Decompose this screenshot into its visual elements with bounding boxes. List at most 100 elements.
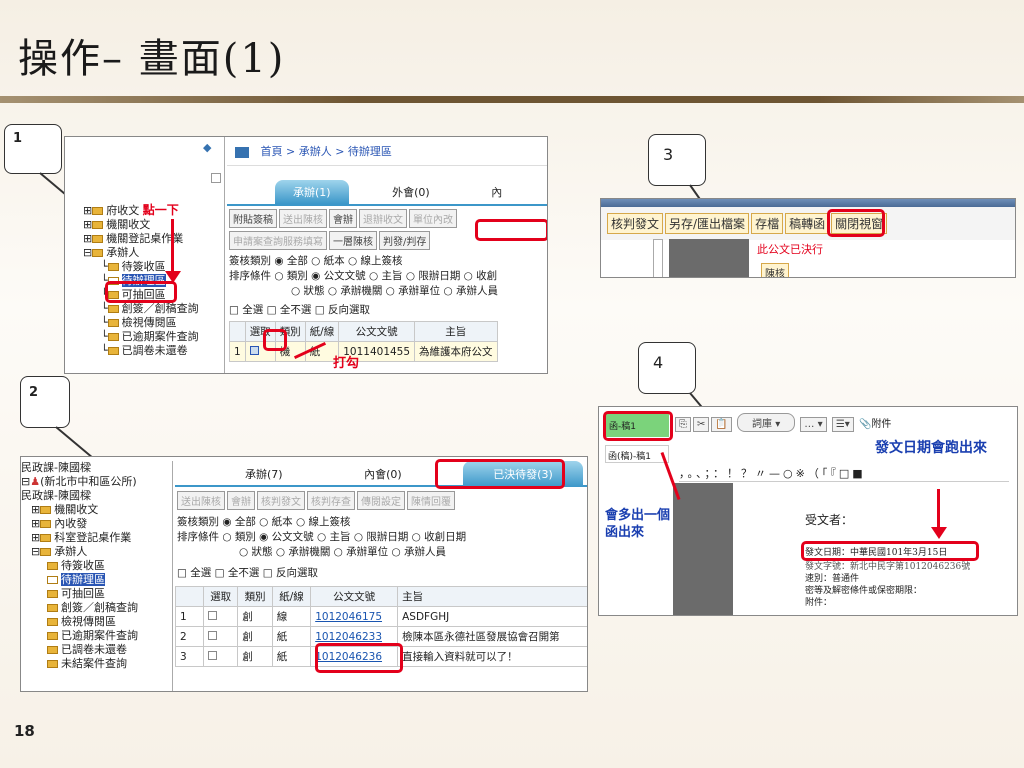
- approve-button[interactable]: 判發/判存: [379, 231, 431, 250]
- callout-4: 4: [638, 342, 696, 394]
- circulate-button[interactable]: 傳閱設定: [357, 491, 405, 510]
- filter-sort[interactable]: 排序條件 ○ 類別 ◉ 公文文號 ○ 主旨 ○ 限辦日期 ○ 收創: [227, 268, 547, 283]
- tree-item[interactable]: 未結案件查詢: [47, 657, 172, 671]
- highlight-decided-tab: [435, 459, 565, 489]
- col-doc-no: 公文文號: [338, 321, 416, 342]
- row-checkbox[interactable]: [208, 630, 217, 640]
- tree-item[interactable]: 檢視傳閱區: [47, 615, 172, 629]
- callout-1: 1: [4, 124, 62, 174]
- attach-draft-button[interactable]: 附貼簽稿: [229, 209, 277, 228]
- callout-3: 3: [648, 134, 706, 186]
- filter-sign-type[interactable]: 簽核類別 ◉ 全部 ○ 紙本 ○ 線上簽核: [227, 253, 547, 268]
- highlight-pending: [105, 281, 177, 303]
- org-name: ⊟♟(新北市中和區公所): [21, 475, 137, 488]
- row-checkbox[interactable]: [249, 345, 259, 355]
- return-button[interactable]: 退辦收文: [359, 209, 407, 228]
- send-review-button[interactable]: 送出陳核: [177, 491, 225, 510]
- tree-item[interactable]: └ 檢視傳閱區: [83, 316, 199, 330]
- tree-item[interactable]: 已逾期案件查詢: [47, 629, 172, 643]
- tree-item[interactable]: └ 創簽／創稿查詢: [83, 302, 199, 316]
- dark-area: [669, 239, 749, 277]
- copy-icon[interactable]: ⎘: [675, 417, 691, 432]
- save-button[interactable]: 存檔: [751, 213, 784, 234]
- save-export-button[interactable]: 另存/匯出檔案: [665, 213, 750, 234]
- glossary-select[interactable]: 詞庫 ▾: [737, 413, 796, 432]
- doc-tab-2[interactable]: 函(稿)-稿1: [605, 445, 669, 463]
- tree-item[interactable]: ⊞ 科室登記桌作業: [31, 531, 172, 545]
- col-subject: 主旨: [397, 586, 587, 607]
- scroll-up-icon[interactable]: [211, 173, 221, 183]
- tree-item[interactable]: ⊟ 承辦人: [83, 246, 199, 260]
- table-row[interactable]: 1 創線 1012046175 ASDFGHJ: [175, 606, 587, 627]
- attach-icon[interactable]: 📎: [859, 419, 871, 430]
- filter-sort[interactable]: 排序條件 ○ 類別 ◉ 公文文號 ○ 主旨 ○ 限辦日期 ○ 收創日期: [175, 529, 587, 544]
- unit-change-button[interactable]: 單位內改: [409, 209, 457, 228]
- tree-item[interactable]: ⊞ 機關登記桌作業: [83, 232, 199, 246]
- paste-icon[interactable]: 📋: [711, 417, 732, 432]
- editor-dark-area: [673, 483, 733, 615]
- arrow-tab-icon: [660, 451, 681, 501]
- tree-item[interactable]: └ 待簽收區: [83, 260, 199, 274]
- cosign-button[interactable]: 會辦: [227, 491, 255, 510]
- slide-title: 操作– 畫面(1): [18, 36, 286, 82]
- filter-sort-2[interactable]: ○ 狀態 ○ 承辦機關 ○ 承辦單位 ○ 承辦人員: [175, 544, 587, 559]
- send-review-button[interactable]: 送出陳核: [279, 209, 327, 228]
- col-medium: 紙/線: [271, 586, 312, 607]
- tree-item[interactable]: ⊟ 承辦人: [31, 545, 172, 559]
- collapse-icon[interactable]: ◆: [203, 141, 211, 155]
- review-button[interactable]: 陳核: [761, 263, 789, 277]
- tree-item[interactable]: 待簽收區: [47, 559, 172, 573]
- filter-sign-type[interactable]: 簽核類別 ◉ 全部 ○ 紙本 ○ 線上簽核: [175, 514, 587, 529]
- highlight-checkbox: [263, 329, 287, 351]
- screen-1-tree: ◆ ⊞ 府收文 點一下 ⊞ 機關收文 ⊞ 機關登記桌作業 ⊟ 承辦人 └ 待簽收區 └ 待辦…: [65, 137, 225, 373]
- approve-send-button[interactable]: 核判發文: [257, 491, 305, 510]
- filter-sort-2[interactable]: ○ 狀態 ○ 承辦機關 ○ 承辦單位 ○ 承辦人員: [227, 283, 547, 298]
- approve-send-button[interactable]: 核判發文: [607, 213, 664, 234]
- screen-2-tree: 民政課-陳國樑 ⊟♟(新北市中和區公所) 民政課-陳國樑 ⊞ 機關收文 ⊞ 內收發 …: [21, 461, 173, 691]
- tree-item-selected[interactable]: 待辦理區: [47, 573, 172, 587]
- tab-handling[interactable]: 承辦(7): [195, 462, 301, 486]
- petition-reply-button[interactable]: 陳情回覆: [407, 491, 455, 510]
- cosign-button[interactable]: 會辦: [329, 209, 357, 228]
- select-options[interactable]: □ 全選 □ 全不選 □ 反向選取: [175, 559, 587, 586]
- more-button[interactable]: … ▾: [800, 417, 827, 432]
- screen-3: 核判發文 另存/匯出檔案 存檔 稿轉函 關閉視窗 此公文已決行 陳核: [600, 198, 1016, 278]
- screen-1: ◆ ⊞ 府收文 點一下 ⊞ 機關收文 ⊞ 機關登記桌作業 ⊟ 承辦人 └ 待簽收區 └ 待辦…: [64, 136, 548, 374]
- col-medium: 紙/線: [304, 321, 340, 342]
- tree-item[interactable]: ⊞ 內收發: [31, 517, 172, 531]
- tab-handling[interactable]: 承辦(1): [275, 180, 349, 204]
- tab-external[interactable]: 外會(0): [352, 180, 448, 204]
- screen-2: 民政課-陳國樑 ⊟♟(新北市中和區公所) 民政課-陳國樑 ⊞ 機關收文 ⊞ 內收發 …: [20, 456, 588, 692]
- convert-draft-button[interactable]: 稿轉函: [785, 213, 830, 234]
- doc-line: 附件：: [805, 598, 833, 608]
- attach-label[interactable]: 附件: [871, 419, 891, 430]
- callout-2: 2: [20, 376, 70, 428]
- row-checkbox[interactable]: [208, 650, 217, 660]
- highlight-doc-tab: [603, 411, 673, 441]
- tree-item[interactable]: 可抽回區: [47, 587, 172, 601]
- apply-query-button[interactable]: 申請案查詢服務填寫: [229, 231, 327, 250]
- tree-item[interactable]: 創簽／創稿查詢: [47, 601, 172, 615]
- punct-toolbar[interactable]: ，。、；：！？〃—○※（「『□■: [679, 465, 1009, 482]
- cut-icon[interactable]: ✂: [693, 417, 710, 432]
- tree-item[interactable]: └ 已調卷未還卷: [83, 344, 199, 358]
- row-checkbox[interactable]: [208, 610, 217, 620]
- doc-link[interactable]: 1012046175: [310, 606, 399, 627]
- title-divider: [0, 96, 1024, 103]
- line-spacing-icon[interactable]: ☰▾: [831, 417, 854, 432]
- tree-item[interactable]: ⊞ 機關收文: [31, 503, 172, 517]
- one-level-review-button[interactable]: 一層陳核: [329, 231, 377, 250]
- screen-4: 函-稿1 函(稿)-稿1 ⎘ ✂ 📋 詞庫 ▾ … ▾ ☰▾ 📎附件 發文日期會跑出…: [598, 406, 1018, 616]
- note-date: 發文日期會跑出來: [875, 440, 987, 456]
- tree-item[interactable]: └ 已逾期案件查詢: [83, 330, 199, 344]
- select-options[interactable]: □ 全選 □ 全不選 □ 反向選取: [227, 298, 547, 321]
- approve-file-button[interactable]: 核判存查: [307, 491, 355, 510]
- scrollbar[interactable]: [653, 239, 663, 277]
- org-icon: ♟: [30, 475, 41, 488]
- tab-internal[interactable]: 內: [451, 180, 520, 204]
- tree-item[interactable]: ⊞ 機關收文: [83, 218, 199, 232]
- tree-item[interactable]: 已調卷未還卷: [47, 643, 172, 657]
- note-click: 點一下: [142, 203, 179, 217]
- tree-item[interactable]: ⊞ 府收文 點一下: [83, 203, 199, 218]
- tab-internal[interactable]: 內會(0): [304, 462, 420, 486]
